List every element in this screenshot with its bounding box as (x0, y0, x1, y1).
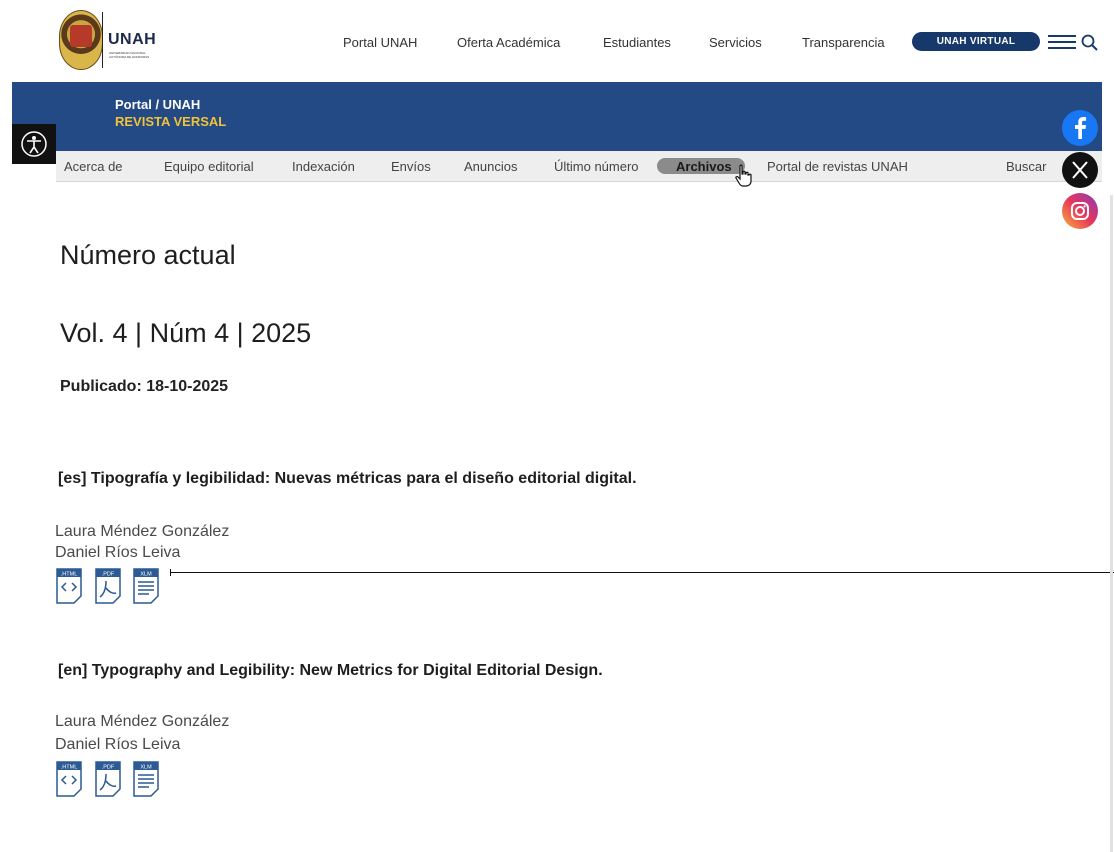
logo-text[interactable]: UNAH (108, 31, 156, 49)
breadcrumb[interactable]: Portal / UNAH (115, 97, 200, 112)
x-button[interactable] (1062, 152, 1098, 188)
subnav-portal-revistas[interactable]: Portal de revistas UNAH (767, 159, 908, 174)
accessibility-icon (21, 131, 47, 157)
xml-file-icon[interactable]: XLM (133, 761, 159, 797)
instagram-icon (1071, 202, 1089, 220)
svg-text:.PDF: .PDF (102, 572, 115, 578)
subnav-anuncios[interactable]: Anuncios (464, 159, 517, 174)
x-icon (1072, 161, 1088, 179)
subnav-buscar[interactable]: Buscar (1006, 159, 1046, 174)
page-title: Número actual (60, 240, 236, 270)
article-author: Laura Méndez González (55, 523, 230, 540)
subnav-archivos[interactable]: Archivos (676, 159, 732, 174)
subnav-indexacion[interactable]: Indexación (292, 159, 355, 174)
logo-divider (102, 12, 103, 68)
html-file-icon[interactable]: .HTML (56, 761, 82, 797)
article-title[interactable]: [es] Tipografía y legibilidad: Nuevas mé… (58, 470, 637, 488)
journal-title[interactable]: REVISTA VERSAL (115, 114, 226, 129)
vertical-scrollbar[interactable] (1110, 195, 1113, 852)
unah-virtual-button[interactable]: UNAH VIRTUAL (912, 32, 1040, 51)
html-file-icon[interactable]: .HTML (56, 568, 82, 604)
horizontal-divider (170, 572, 1114, 573)
xml-file-icon[interactable]: XLM (133, 568, 159, 604)
top-header: UNAH UNIVERSIDAD NACIONAL AUTÓNOMA DE HO… (0, 0, 1114, 82)
article-author: Daniel Ríos Leiva (55, 736, 181, 753)
svg-text:.HTML: .HTML (61, 572, 78, 578)
instagram-button[interactable] (1062, 193, 1098, 229)
search-icon[interactable] (1080, 33, 1100, 53)
logo-subtext: UNIVERSIDAD NACIONAL AUTÓNOMA DE HONDURA… (109, 51, 150, 59)
pdf-file-icon[interactable]: .PDF (95, 568, 121, 604)
nav-oferta-academica[interactable]: Oferta Académica (457, 35, 560, 50)
article-author: Laura Méndez González (55, 713, 230, 730)
accessibility-button[interactable] (12, 124, 56, 164)
journal-nav: Acerca de Equipo editorial Indexación En… (56, 151, 1102, 182)
hand-cursor-icon (735, 164, 752, 187)
subnav-envios[interactable]: Envíos (391, 159, 431, 174)
svg-text:XLM: XLM (140, 572, 152, 578)
pdf-file-icon[interactable]: .PDF (95, 761, 121, 797)
menu-icon[interactable] (1048, 35, 1078, 49)
svg-text:.HTML: .HTML (61, 765, 78, 771)
subnav-ultimo-numero[interactable]: Último número (554, 159, 639, 174)
nav-servicios[interactable]: Servicios (709, 35, 762, 50)
subnav-acerca-de[interactable]: Acerca de (64, 159, 123, 174)
nav-estudiantes[interactable]: Estudiantes (603, 35, 671, 50)
article-title[interactable]: [en] Typography and Legibility: New Metr… (58, 662, 603, 680)
unah-seal-logo[interactable] (59, 10, 103, 70)
nav-portal-unah[interactable]: Portal UNAH (343, 35, 417, 50)
facebook-icon (1075, 117, 1087, 139)
facebook-button[interactable] (1062, 110, 1098, 146)
article-author: Daniel Ríos Leiva (55, 544, 181, 561)
published-date: Publicado: 18-10-2025 (60, 378, 229, 395)
subnav-equipo-editorial[interactable]: Equipo editorial (164, 159, 254, 174)
issue-title: Vol. 4 | Núm 4 | 2025 (60, 318, 312, 348)
nav-transparencia[interactable]: Transparencia (802, 35, 885, 50)
svg-text:.PDF: .PDF (102, 765, 115, 771)
svg-text:XLM: XLM (140, 765, 152, 771)
